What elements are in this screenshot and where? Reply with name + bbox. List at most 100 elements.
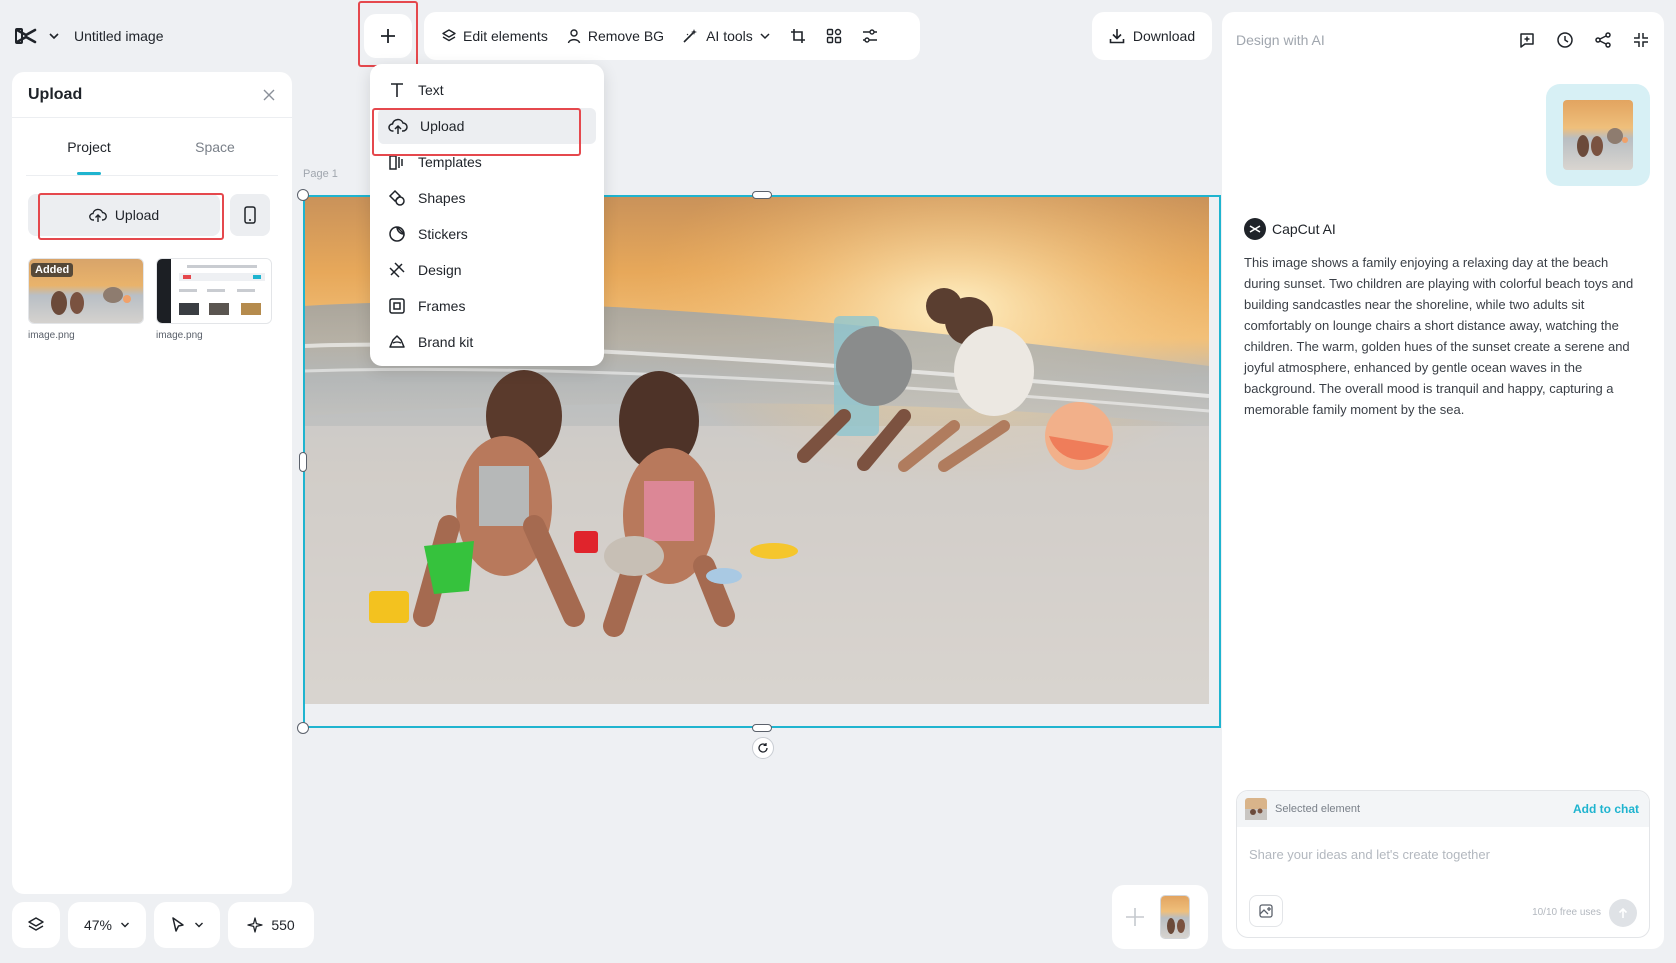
ai-tools-button[interactable]: AI tools [675,22,778,50]
tab-project[interactable]: Project [26,118,152,175]
ai-name: CapCut AI [1272,221,1336,237]
user-message-bubble [1546,84,1650,186]
ai-response-text: This image shows a family enjoying a rel… [1244,255,1634,417]
resize-handle[interactable] [297,189,309,201]
new-chat-icon[interactable] [1518,31,1536,49]
menu-item-text[interactable]: Text [378,72,596,108]
add-page-button[interactable] [1120,895,1150,939]
collapse-icon[interactable] [1632,31,1650,49]
arrow-up-icon [1618,907,1628,918]
download-label: Download [1132,28,1196,44]
shapes-icon [388,189,405,206]
asset-name: image.png [156,330,203,341]
toolbar: Edit elements Remove BG AI tools [424,12,920,60]
menu-item-label: Text [418,82,444,98]
edit-elements-button[interactable]: Edit elements [434,22,555,50]
document-title[interactable]: Untitled image [74,28,164,44]
chevron-down-icon [121,922,130,928]
add-to-chat-button[interactable]: Add to chat [1573,802,1639,816]
sparkle-icon [247,917,263,933]
zoom-value: 47% [83,917,113,933]
menu-item-stickers[interactable]: Stickers [378,216,596,252]
close-icon[interactable] [262,88,276,102]
menu-item-label: Stickers [418,226,468,242]
send-button[interactable] [1609,899,1637,927]
ai-chat-panel: Design with AI CapCut AI This image show… [1222,12,1664,949]
panel-title: Upload [28,85,83,103]
tab-space[interactable]: Space [152,118,278,175]
download-icon [1109,29,1125,44]
phone-icon [244,206,256,224]
attach-image-button[interactable] [1249,895,1283,927]
menu-item-label: Brand kit [418,334,474,350]
asset-item[interactable]: Added image.png [28,258,144,341]
menu-item-shapes[interactable]: Shapes [378,180,596,216]
resize-handle[interactable] [299,452,307,472]
menu-item-label: Shapes [418,190,466,206]
chevron-down-icon [195,922,203,928]
zoom-select[interactable]: 47% [68,902,146,948]
design-icon [389,262,405,278]
image-add-icon [1259,904,1273,918]
layers-icon [28,917,44,931]
asset-name: image.png [28,330,75,341]
chat-input-box: Selected element Add to chat Share your … [1236,790,1650,938]
menu-item-brand-kit[interactable]: Brand kit [378,324,596,360]
frame-icon [389,298,405,314]
layers-button[interactable] [12,902,60,948]
remove-bg-button[interactable]: Remove BG [559,22,671,50]
adjust-button[interactable] [854,22,886,50]
arrange-icon [826,28,841,44]
download-button[interactable]: Download [1092,12,1212,60]
free-uses-counter: 10/10 free uses [1532,907,1601,918]
arrange-button[interactable] [818,22,850,50]
menu-item-frames[interactable]: Frames [378,288,596,324]
ai-panel-title: Design with AI [1236,32,1325,48]
ai-panel-header: Design with AI [1236,24,1650,56]
panel-header: Upload [12,72,292,118]
credits-button[interactable]: 550 [228,902,314,948]
ai-message-header: CapCut AI [1244,218,1336,240]
menu-item-design[interactable]: Design [378,252,596,288]
person-icon [567,29,581,44]
chat-input[interactable]: Share your ideas and let's create togeth… [1249,847,1490,862]
page-label: Page 1 [303,168,338,180]
remove-bg-label: Remove BG [587,28,665,44]
app-header: Untitled image [14,14,164,58]
share-icon[interactable] [1594,31,1612,49]
resize-handle[interactable] [752,191,772,199]
asset-item[interactable]: image.png [156,258,272,341]
pointer-tool-select[interactable] [154,902,220,948]
crop-button[interactable] [782,22,814,50]
menu-item-label: Templates [418,154,482,170]
highlight-box [358,1,418,67]
menu-item-label: Frames [418,298,466,314]
selected-element-thumbnail [1245,798,1267,820]
rotate-icon [758,743,768,753]
chevron-down-icon [760,33,770,40]
cursor-icon [172,917,184,932]
resize-handle[interactable] [752,724,772,732]
sticker-icon [389,226,405,242]
credits-value: 550 [271,917,295,933]
selected-element-label: Selected element [1275,803,1360,815]
added-badge: Added [31,263,74,277]
page-thumbnail[interactable] [1160,895,1190,939]
rotate-handle[interactable] [752,737,774,759]
sliders-icon [862,29,877,43]
asset-grid: Added image.png image.png [28,258,272,341]
chevron-down-icon[interactable] [48,30,60,42]
attached-image-thumbnail [1563,100,1633,170]
asset-thumbnail[interactable] [156,258,272,324]
asset-thumbnail[interactable]: Added [28,258,144,324]
ai-tools-label: AI tools [706,28,753,44]
upload-from-phone-button[interactable] [230,194,270,236]
magic-wand-icon [683,29,698,43]
capcut-logo-icon[interactable] [14,26,38,46]
brand-kit-icon [389,335,405,348]
edit-elements-label: Edit elements [463,28,548,44]
resize-handle[interactable] [297,722,309,734]
highlight-box [38,193,224,240]
highlight-box [372,108,581,156]
history-icon[interactable] [1556,31,1574,49]
